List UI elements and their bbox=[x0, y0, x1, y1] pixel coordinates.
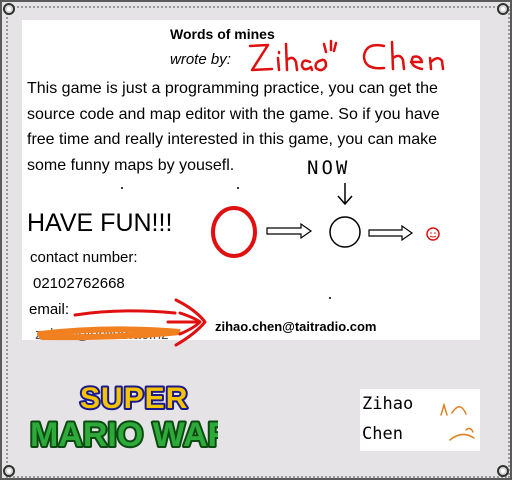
signature-doodle bbox=[440, 402, 475, 441]
